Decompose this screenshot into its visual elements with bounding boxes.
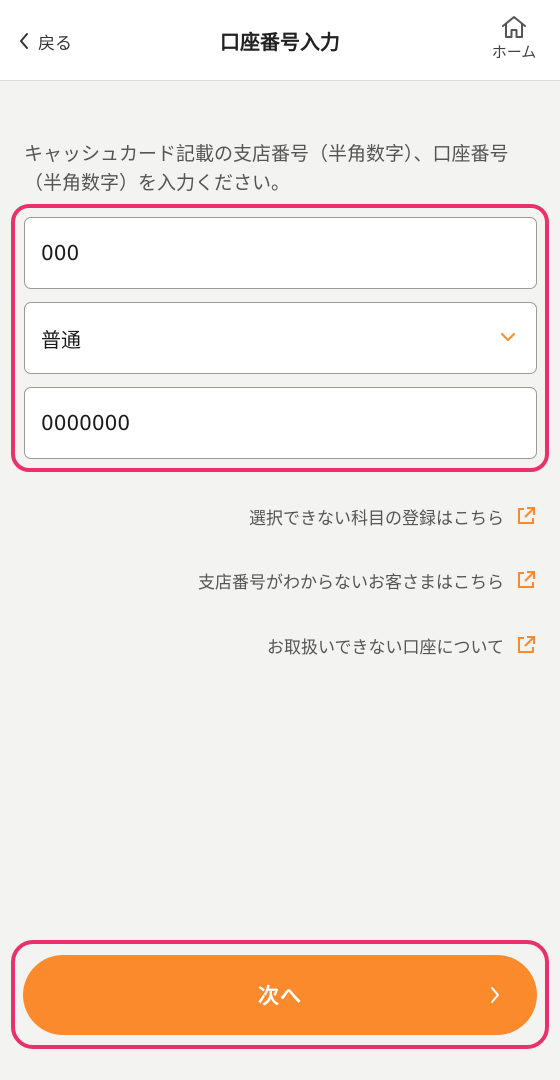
chevron-down-icon — [501, 333, 515, 341]
next-button-label: 次へ — [258, 984, 302, 1008]
chevron-right-icon — [491, 987, 499, 1003]
external-link-icon — [518, 636, 535, 653]
link-label: 選択できない科目の登録はこちら — [249, 508, 504, 529]
instruction-text: キャッシュカード記載の支店番号（半角数字）、口座番号（半角数字）を入力ください。 — [24, 143, 509, 194]
account-type-select[interactable]: 普通 — [24, 302, 537, 374]
link-label: お取扱いできない口座について — [267, 637, 504, 658]
link-unselectable-subjects[interactable]: 選択できない科目の登録はこちら — [249, 502, 536, 530]
link-label: 支店番号がわからないお客さまはこちら — [198, 572, 504, 593]
page-title: 口座番号入力 — [220, 30, 340, 54]
link-unsupported-accounts[interactable]: お取扱いできない口座について — [267, 631, 536, 659]
account-number-value: 0000000 — [41, 411, 131, 435]
external-link-icon — [518, 507, 535, 524]
home-label: ホーム — [491, 43, 537, 61]
home-icon — [502, 16, 526, 38]
account-type-value: 普通 — [41, 327, 81, 352]
account-number-field[interactable]: 0000000 — [24, 387, 537, 459]
next-button[interactable]: 次へ — [23, 955, 537, 1035]
home-button[interactable]: ホーム — [482, 14, 546, 62]
branch-number-value: 000 — [41, 241, 80, 265]
external-link-icon — [518, 571, 535, 588]
link-unknown-branch-number[interactable]: 支店番号がわからないお客さまはこちら — [198, 566, 536, 594]
branch-number-field[interactable]: 000 — [24, 217, 537, 289]
header-bar: 戻る 口座番号入力 ホーム — [0, 0, 560, 81]
